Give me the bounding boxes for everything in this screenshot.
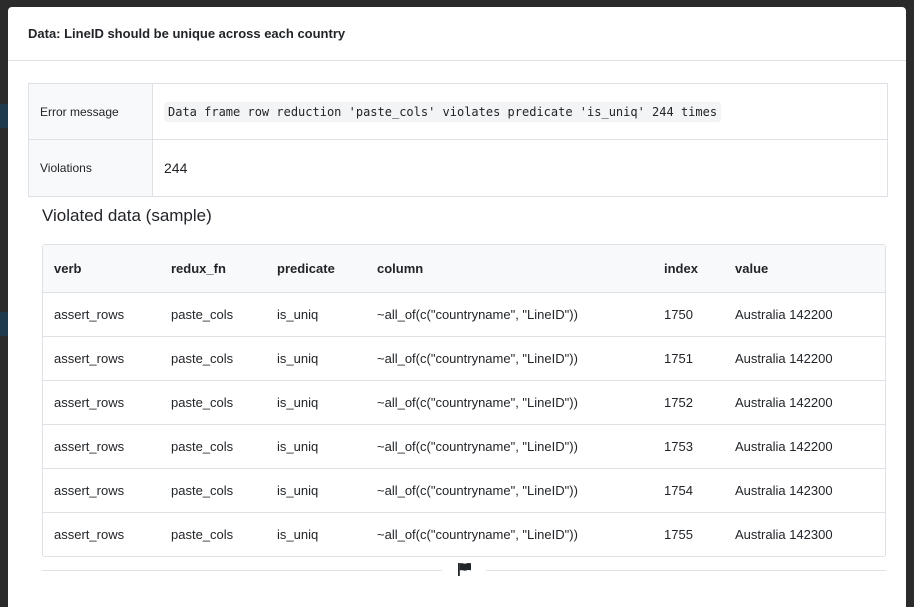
column-header-index[interactable]: index	[653, 261, 724, 276]
cell-column: ~all_of(c("countryname", "LineID"))	[377, 527, 578, 542]
column-header-verb[interactable]: verb	[43, 261, 160, 276]
cell-value: Australia 142200	[735, 395, 833, 410]
cell-column: ~all_of(c("countryname", "LineID"))	[377, 483, 578, 498]
violated-data-table: verb redux_fn predicate column index val…	[42, 244, 886, 557]
cell-redux-fn: paste_cols	[171, 527, 234, 542]
cell-verb: assert_rows	[54, 483, 125, 498]
cell-redux-fn: paste_cols	[171, 351, 234, 366]
table-row: assert_rows paste_cols is_uniq ~all_of(c…	[43, 381, 885, 425]
error-message-value: Data frame row reduction 'paste_cols' vi…	[153, 84, 887, 139]
meta-row-error: Error message Data frame row reduction '…	[29, 84, 887, 140]
cell-verb: assert_rows	[54, 527, 125, 542]
backdrop-strip	[0, 312, 8, 336]
error-message-code: Data frame row reduction 'paste_cols' vi…	[164, 101, 722, 122]
error-message-label: Error message	[29, 84, 153, 139]
cell-redux-fn: paste_cols	[171, 483, 234, 498]
cell-column: ~all_of(c("countryname", "LineID"))	[377, 351, 578, 366]
table-row: assert_rows paste_cols is_uniq ~all_of(c…	[43, 293, 885, 337]
section-title: Violated data (sample)	[42, 206, 212, 225]
backdrop-strip	[0, 104, 8, 128]
cell-index: 1750	[664, 307, 693, 322]
column-header-redux-fn[interactable]: redux_fn	[160, 261, 266, 276]
cell-column: ~all_of(c("countryname", "LineID"))	[377, 307, 578, 322]
cell-predicate: is_uniq	[277, 351, 319, 366]
cell-predicate: is_uniq	[277, 439, 319, 454]
modal-title: Data: LineID should be unique across eac…	[28, 26, 346, 41]
cell-predicate: is_uniq	[277, 527, 319, 542]
cell-verb: assert_rows	[54, 395, 125, 410]
column-header-predicate[interactable]: predicate	[266, 261, 366, 276]
table-row: assert_rows paste_cols is_uniq ~all_of(c…	[43, 337, 885, 381]
cell-index: 1753	[664, 439, 693, 454]
cell-redux-fn: paste_cols	[171, 439, 234, 454]
cell-predicate: is_uniq	[277, 483, 319, 498]
cell-value: Australia 142300	[735, 527, 833, 542]
cell-index: 1751	[664, 351, 693, 366]
table-row: assert_rows paste_cols is_uniq ~all_of(c…	[43, 425, 885, 469]
cell-verb: assert_rows	[54, 439, 125, 454]
violations-label: Violations	[29, 140, 153, 196]
cell-redux-fn: paste_cols	[171, 307, 234, 322]
cell-verb: assert_rows	[54, 351, 125, 366]
cell-index: 1752	[664, 395, 693, 410]
cell-value: Australia 142300	[735, 483, 833, 498]
cell-column: ~all_of(c("countryname", "LineID"))	[377, 439, 578, 454]
cell-column: ~all_of(c("countryname", "LineID"))	[377, 395, 578, 410]
flag-icon	[457, 562, 472, 581]
modal-header: Data: LineID should be unique across eac…	[8, 7, 906, 61]
cell-index: 1754	[664, 483, 693, 498]
flag-icon-wrap	[442, 562, 486, 580]
cell-predicate: is_uniq	[277, 395, 319, 410]
modal-dialog: Data: LineID should be unique across eac…	[8, 7, 906, 607]
cell-value: Australia 142200	[735, 351, 833, 366]
column-header-value[interactable]: value	[724, 261, 885, 276]
column-header-column[interactable]: column	[366, 261, 653, 276]
meta-row-violations: Violations 244	[29, 140, 887, 196]
meta-table: Error message Data frame row reduction '…	[28, 83, 888, 197]
cell-verb: assert_rows	[54, 307, 125, 322]
table-row: assert_rows paste_cols is_uniq ~all_of(c…	[43, 469, 885, 513]
table-row: assert_rows paste_cols is_uniq ~all_of(c…	[43, 513, 885, 556]
cell-predicate: is_uniq	[277, 307, 319, 322]
violations-value: 244	[164, 160, 188, 176]
cell-value: Australia 142200	[735, 307, 833, 322]
table-header: verb redux_fn predicate column index val…	[43, 245, 885, 293]
cell-index: 1755	[664, 527, 693, 542]
cell-redux-fn: paste_cols	[171, 395, 234, 410]
cell-value: Australia 142200	[735, 439, 833, 454]
